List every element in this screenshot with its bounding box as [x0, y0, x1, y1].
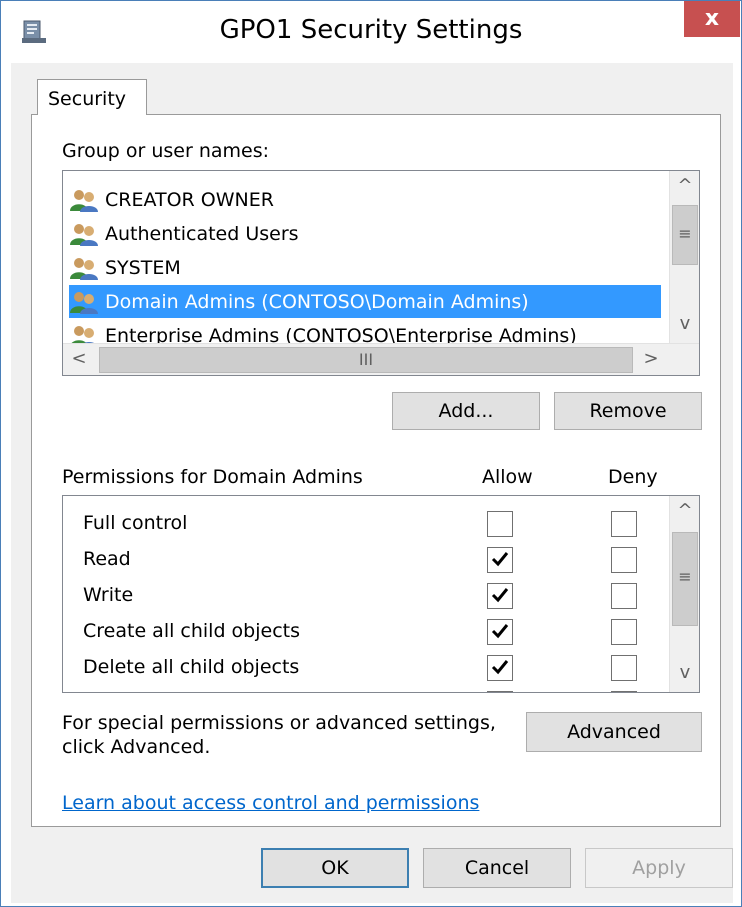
window-title: GPO1 Security Settings	[219, 15, 523, 45]
security-settings-dialog: GPO1 Security Settings x Security Group …	[0, 0, 742, 907]
dialog-client-area: Security Group or user names: CREATOR OW…	[11, 63, 733, 903]
deny-checkbox[interactable]	[611, 691, 637, 692]
deny-checkbox[interactable]	[611, 547, 637, 573]
group-list-item-label: Domain Admins (CONTOSO\Domain Admins)	[105, 290, 529, 313]
allow-checkbox[interactable]	[487, 511, 513, 537]
permission-row: Full control	[63, 506, 663, 542]
permission-name: Read	[83, 548, 131, 570]
permissions-list[interactable]: Full control Read Write Create all child ob…	[62, 495, 700, 693]
deny-checkbox[interactable]	[611, 511, 637, 537]
permission-row: Delete all child objects	[63, 650, 663, 686]
permissions-label: Permissions for Domain Admins	[62, 466, 363, 488]
allow-checkbox[interactable]	[487, 547, 513, 573]
tab-panel-security: Group or user names: CREATOR OWNER Authen…	[31, 114, 721, 827]
permission-row: Write	[63, 578, 663, 614]
advanced-hint-line1: For special permissions or advanced sett…	[62, 712, 496, 734]
group-list-item[interactable]: CREATOR OWNER	[69, 183, 665, 216]
group-list-item-label: SYSTEM	[105, 256, 181, 279]
deny-checkbox[interactable]	[611, 583, 637, 609]
permissions-scroll-down-button[interactable]: v	[670, 658, 699, 690]
user-group-icon	[70, 257, 98, 280]
checkmark-icon	[491, 660, 509, 675]
close-button[interactable]: x	[684, 1, 740, 37]
scroll-down-button[interactable]: v	[670, 309, 699, 341]
advanced-hint-line2: click Advanced.	[62, 736, 211, 758]
group-list-horizontal-scrollbar[interactable]: < III >	[63, 343, 699, 375]
scroll-grip-icon: ≡	[678, 224, 692, 243]
apply-button[interactable]: Apply	[585, 848, 733, 888]
access-control-help-link[interactable]: Learn about access control and permissio…	[62, 792, 479, 814]
horizontal-scroll-thumb[interactable]: III	[99, 347, 633, 373]
horizontal-grip-icon: III	[358, 350, 374, 369]
group-list-item[interactable]: SYSTEM	[69, 251, 665, 284]
ok-button[interactable]: OK	[261, 848, 409, 888]
scroll-right-button[interactable]: >	[635, 344, 667, 375]
permission-name: Write	[83, 584, 134, 606]
permission-row: Read	[63, 542, 663, 578]
deny-column-header: Deny	[608, 466, 658, 488]
deny-checkbox[interactable]	[611, 619, 637, 645]
deny-checkbox[interactable]	[611, 655, 637, 681]
permissions-scroll-up-button[interactable]: ^	[670, 496, 699, 528]
group-list-item-label: CREATOR OWNER	[105, 188, 274, 211]
group-user-list[interactable]: CREATOR OWNER Authenticated Users SYSTEM Do…	[62, 170, 700, 376]
allow-checkbox[interactable]	[487, 655, 513, 681]
permissions-vertical-scrollbar[interactable]: ^ ≡ v	[669, 496, 699, 692]
advanced-button[interactable]: Advanced	[526, 712, 702, 752]
group-list-item-label: Authenticated Users	[105, 222, 299, 245]
permission-row: Create all child objects	[63, 614, 663, 650]
scroll-up-button[interactable]: ^	[670, 171, 699, 203]
group-list-item[interactable]: Authenticated Users	[69, 217, 665, 250]
tab-security[interactable]: Security	[37, 79, 147, 115]
group-list-item[interactable]: Domain Admins (CONTOSO\Domain Admins)	[69, 285, 661, 318]
permission-name: Create all child objects	[83, 620, 301, 642]
scroll-left-button[interactable]: <	[63, 344, 95, 375]
permission-name: Delete all child objects	[83, 656, 300, 678]
group-names-label: Group or user names:	[62, 140, 270, 162]
scroll-thumb[interactable]: ≡	[672, 205, 698, 265]
permission-name: Full control	[83, 512, 188, 534]
remove-button[interactable]: Remove	[554, 392, 702, 430]
group-list-vertical-scrollbar[interactable]: ^ ≡ v	[669, 171, 699, 343]
allow-checkbox[interactable]	[487, 691, 513, 692]
user-group-icon	[70, 189, 98, 212]
checkmark-icon	[491, 624, 509, 639]
checkmark-icon	[491, 588, 509, 603]
permissions-scroll-thumb[interactable]: ≡	[672, 532, 698, 626]
user-group-icon	[70, 223, 98, 246]
add-button[interactable]: Add...	[392, 392, 540, 430]
cancel-button[interactable]: Cancel	[423, 848, 571, 888]
permission-row-partial	[63, 686, 663, 692]
allow-checkbox[interactable]	[487, 619, 513, 645]
allow-column-header: Allow	[482, 466, 533, 488]
allow-checkbox[interactable]	[487, 583, 513, 609]
permissions-grip-icon: ≡	[678, 567, 692, 586]
title-bar: GPO1 Security Settings x	[1, 1, 741, 63]
checkmark-icon	[491, 552, 509, 567]
user-group-icon	[70, 291, 98, 314]
